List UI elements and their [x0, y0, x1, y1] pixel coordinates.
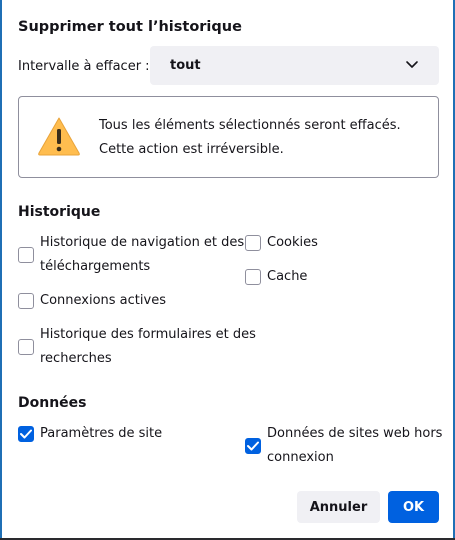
background-window-edge-left [0, 0, 2, 540]
offline-data-label-line-2: connexion [267, 450, 334, 465]
chevron-down-icon [406, 61, 418, 68]
warning-text-line-2: Cette action est irréversible. [99, 142, 284, 157]
time-range-label: Intervalle à effacer : [18, 59, 150, 74]
checkbox-active-logins[interactable] [18, 293, 34, 309]
cancel-button[interactable]: Annuler [297, 491, 380, 523]
checkmark-icon [20, 429, 32, 439]
checkbox-form-search-history[interactable] [18, 339, 34, 355]
warning-box: Tous les éléments sélectionnés seront ef… [18, 96, 439, 178]
checkmark-icon [247, 441, 259, 451]
checkbox-offline-website-data[interactable] [245, 438, 261, 454]
browsing-history-label-line-1: Historique de navigation et des [40, 235, 245, 250]
checkbox-cookies[interactable] [245, 235, 261, 251]
cache-label[interactable]: Cache [267, 265, 307, 289]
checkbox-browsing-download-history[interactable] [18, 247, 34, 263]
form-history-label-line-2: recherches [40, 351, 112, 366]
form-search-history-label[interactable]: Historique des formulaires et des recher… [40, 323, 256, 371]
site-settings-label[interactable]: Paramètres de site [40, 422, 162, 446]
checkbox-site-settings[interactable] [18, 426, 34, 442]
form-history-label-line-1: Historique des formulaires et des [40, 327, 256, 342]
warning-text-line-1: Tous les éléments sélectionnés seront ef… [99, 118, 401, 133]
ok-button[interactable]: OK [388, 491, 439, 523]
checkbox-cache[interactable] [245, 269, 261, 285]
cookies-label[interactable]: Cookies [267, 231, 318, 255]
dialog-title: Supprimer tout l’historique [18, 19, 242, 35]
browsing-download-history-label[interactable]: Historique de navigation et des téléchar… [40, 231, 244, 279]
data-section-title: Données [18, 395, 87, 411]
browsing-history-label-line-2: téléchargements [40, 259, 151, 274]
time-range-value: tout [170, 58, 201, 73]
offline-data-label-line-1: Données de sites web hors [267, 426, 443, 441]
warning-triangle-icon [38, 117, 80, 156]
history-section-title: Historique [18, 204, 101, 220]
time-range-dropdown[interactable]: tout [150, 46, 439, 85]
active-logins-label[interactable]: Connexions actives [40, 289, 166, 313]
offline-website-data-label[interactable]: Données de sites web hors connexion [267, 422, 442, 470]
